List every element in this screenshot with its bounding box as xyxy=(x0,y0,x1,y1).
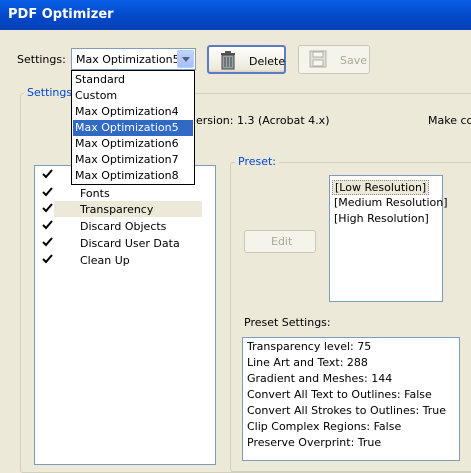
option-label: Discard Objects xyxy=(80,220,167,233)
settings-combobox-value: Max Optimization5 xyxy=(76,53,180,66)
preset-settings-box: Transparency level: 75 Line Art and Text… xyxy=(242,337,460,461)
window-title-bar[interactable]: PDF Optimizer xyxy=(0,0,471,30)
checkmark-icon[interactable] xyxy=(42,203,53,214)
preset-list-item[interactable]: [High Resolution] xyxy=(334,212,429,225)
option-label: Clean Up xyxy=(80,254,130,267)
settings-combobox[interactable]: Max Optimization5 xyxy=(71,48,196,70)
preset-group-title: Preset: xyxy=(235,155,280,168)
delete-button-label: Delete xyxy=(249,55,286,68)
checkmark-icon[interactable] xyxy=(42,237,53,248)
dropdown-option[interactable]: Custom xyxy=(73,88,193,104)
list-item[interactable]: Clean Up xyxy=(0,252,220,268)
make-compatible-label: Make con xyxy=(428,114,471,127)
preset-setting-line: Convert All Text to Outlines: False xyxy=(247,388,432,401)
dropdown-option-selected[interactable]: Max Optimization5 xyxy=(73,120,193,136)
list-item[interactable]: Discard User Data xyxy=(0,235,220,251)
preset-setting-line: Convert All Strokes to Outlines: True xyxy=(247,404,447,417)
checkmark-icon[interactable] xyxy=(42,254,53,265)
edit-button-label: Edit xyxy=(271,235,293,248)
edit-button[interactable]: Edit xyxy=(244,230,316,253)
window-title: PDF Optimizer xyxy=(8,7,114,22)
list-item[interactable]: Discard Objects xyxy=(0,218,220,234)
settings-label: Settings: xyxy=(17,53,66,66)
dropdown-option[interactable]: Max Optimization7 xyxy=(73,152,193,168)
checkmark-icon[interactable] xyxy=(42,169,53,180)
preset-setting-line: Gradient and Meshes: 144 xyxy=(247,372,393,385)
save-button-label: Save xyxy=(340,54,368,67)
trash-icon xyxy=(221,51,235,70)
list-item[interactable]: Transparency xyxy=(0,201,220,217)
option-label: Fonts xyxy=(80,187,110,200)
dropdown-option[interactable]: Max Optimization4 xyxy=(73,104,193,120)
preset-setting-line: Line Art and Text: 288 xyxy=(247,356,368,369)
dropdown-option[interactable]: Standard xyxy=(73,72,193,88)
compatibility-version-text: ersion: 1.3 (Acrobat 4.x) xyxy=(196,114,330,127)
settings-dropdown-list[interactable]: Standard Custom Max Optimization4 Max Op… xyxy=(71,70,195,185)
preset-settings-label: Preset Settings: xyxy=(244,316,331,329)
preset-setting-line: Clip Complex Regions: False xyxy=(247,420,402,433)
dropdown-option[interactable]: Max Optimization8 xyxy=(73,168,193,184)
dropdown-option[interactable]: Max Optimization6 xyxy=(73,136,193,152)
list-item[interactable]: Fonts xyxy=(0,185,220,201)
floppy-disk-icon xyxy=(309,50,327,68)
checkmark-icon[interactable] xyxy=(42,187,53,198)
preset-list-item[interactable]: [Medium Resolution] xyxy=(334,196,448,209)
save-button[interactable]: Save xyxy=(298,45,370,74)
option-label: Discard User Data xyxy=(80,237,180,250)
settings-group-title: Settings xyxy=(24,86,76,99)
preset-list[interactable]: [Low Resolution] [Medium Resolution] [Hi… xyxy=(329,175,448,302)
preset-setting-line: Transparency level: 75 xyxy=(247,340,372,353)
delete-button[interactable]: Delete xyxy=(207,45,286,74)
preset-list-item[interactable]: [Low Resolution] xyxy=(332,180,430,195)
chevron-down-icon[interactable] xyxy=(177,50,194,68)
preset-setting-line: Preserve Overprint: True xyxy=(247,436,382,449)
option-label: Transparency xyxy=(80,203,154,216)
checkmark-icon[interactable] xyxy=(42,220,53,231)
